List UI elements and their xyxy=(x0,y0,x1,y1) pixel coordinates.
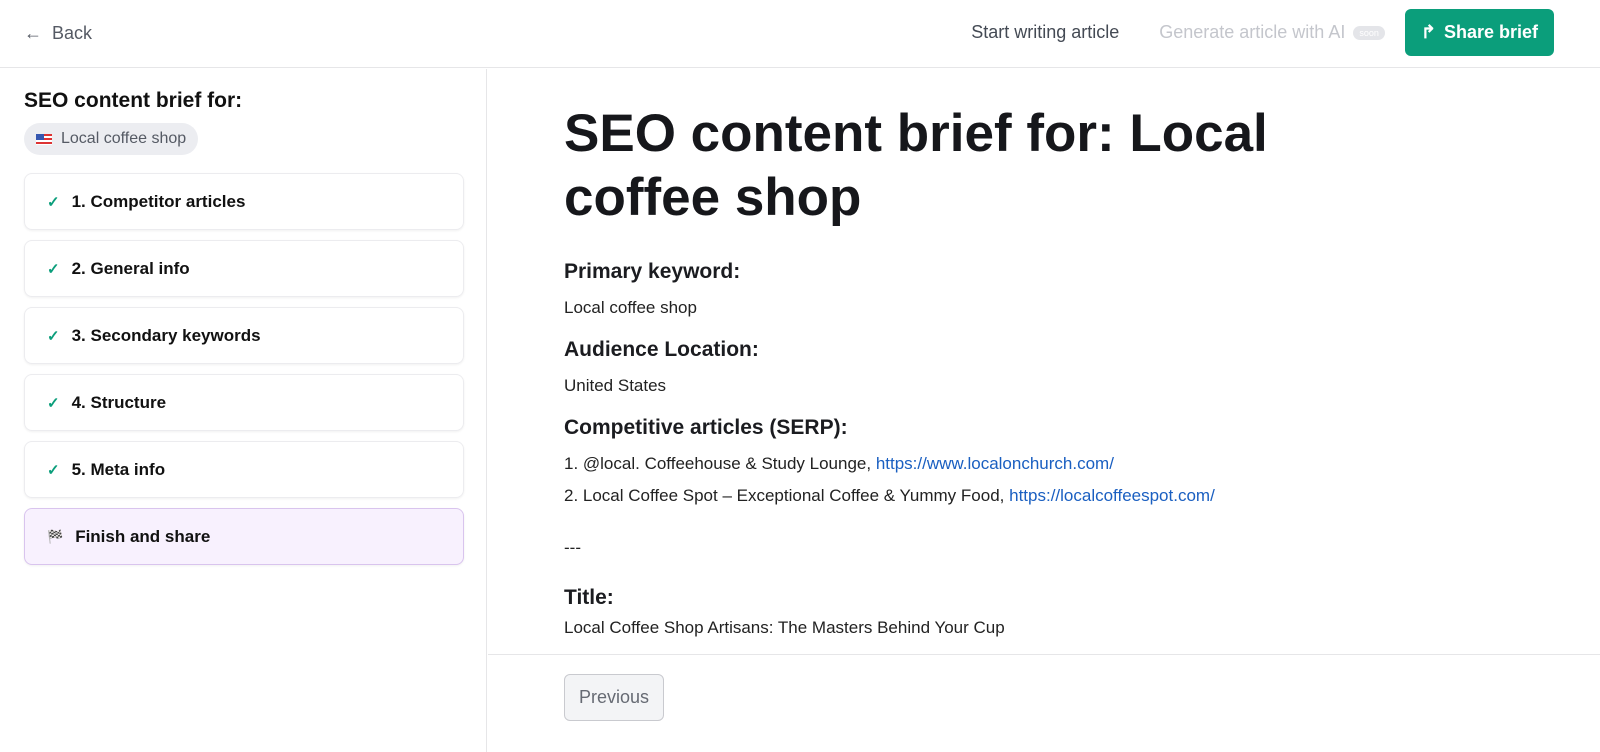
primary-keyword-value: Local coffee shop xyxy=(564,298,697,317)
soon-badge: soon xyxy=(1353,25,1385,40)
title-label: Title: xyxy=(564,586,614,609)
step-label: 3. Secondary keywords xyxy=(71,325,261,345)
share-icon: ↱ xyxy=(1420,22,1436,42)
audience-location-label: Audience Location: xyxy=(564,338,759,361)
back-label: Back xyxy=(52,23,93,43)
step-meta-info[interactable]: ✓ 5. Meta info xyxy=(24,441,464,498)
step-label: 4. Structure xyxy=(71,392,167,412)
check-icon: ✓ xyxy=(47,327,60,345)
share-brief-button[interactable]: ↱ Share brief xyxy=(1404,9,1554,56)
check-icon: ✓ xyxy=(47,461,60,479)
footer: Previous xyxy=(488,654,1600,752)
keyword-chip: Local coffee shop xyxy=(24,123,199,155)
competitive-articles-label: Competitive articles (SERP): xyxy=(564,416,848,439)
top-bar: ← Back Start writing article Generate art… xyxy=(0,0,1600,68)
generate-ai-button[interactable]: Generate article with AI soon xyxy=(1159,22,1385,43)
sidebar: SEO content brief for: Local coffee shop… xyxy=(0,69,487,752)
step-structure[interactable]: ✓ 4. Structure xyxy=(24,374,464,431)
step-competitor-articles[interactable]: ✓ 1. Competitor articles xyxy=(24,173,464,230)
arrow-left-icon: ← xyxy=(24,23,42,43)
primary-keyword-label: Primary keyword: xyxy=(564,260,741,283)
back-button[interactable]: ← Back xyxy=(24,23,92,44)
check-icon: ✓ xyxy=(47,394,60,412)
divider-text: --- xyxy=(564,538,581,557)
article-link[interactable]: https://localcoffeespot.com/ xyxy=(1009,486,1215,505)
step-secondary-keywords[interactable]: ✓ 3. Secondary keywords xyxy=(24,307,464,364)
article-item: 1. @local. Coffeehouse & Study Lounge, h… xyxy=(564,448,1524,480)
share-label: Share brief xyxy=(1443,22,1538,42)
us-flag-icon xyxy=(36,133,52,145)
article-text: 2. Local Coffee Spot – Exceptional Coffe… xyxy=(564,486,1010,505)
step-general-info[interactable]: ✓ 2. General info xyxy=(24,240,464,297)
audience-location-value: United States xyxy=(564,376,667,395)
step-label: Finish and share xyxy=(75,526,211,546)
article-text: 1. @local. Coffeehouse & Study Lounge, xyxy=(564,454,876,473)
article-link[interactable]: https://www.localonchurch.com/ xyxy=(876,454,1114,473)
article-item: 2. Local Coffee Spot – Exceptional Coffe… xyxy=(564,480,1524,512)
title-value: Local Coffee Shop Artisans: The Masters … xyxy=(564,618,1005,637)
start-writing-button[interactable]: Start writing article xyxy=(971,22,1119,43)
step-finish-and-share[interactable]: 🏁 Finish and share xyxy=(24,508,464,565)
generate-label: Generate article with AI xyxy=(1159,22,1346,42)
step-label: 1. Competitor articles xyxy=(71,191,246,211)
step-label: 5. Meta info xyxy=(71,459,166,479)
check-icon: ✓ xyxy=(47,193,60,211)
sidebar-title: SEO content brief for: xyxy=(24,89,243,112)
keyword-label: Local coffee shop xyxy=(61,130,187,147)
previous-button[interactable]: Previous xyxy=(564,674,665,721)
checkered-flag-icon: 🏁 xyxy=(47,528,64,544)
page-title: SEO content brief for: Local coffee shop xyxy=(564,104,1268,227)
brief-content[interactable]: SEO content brief for: Local coffee shop… xyxy=(488,69,1600,654)
step-label: 2. General info xyxy=(71,258,190,278)
check-icon: ✓ xyxy=(47,260,60,278)
